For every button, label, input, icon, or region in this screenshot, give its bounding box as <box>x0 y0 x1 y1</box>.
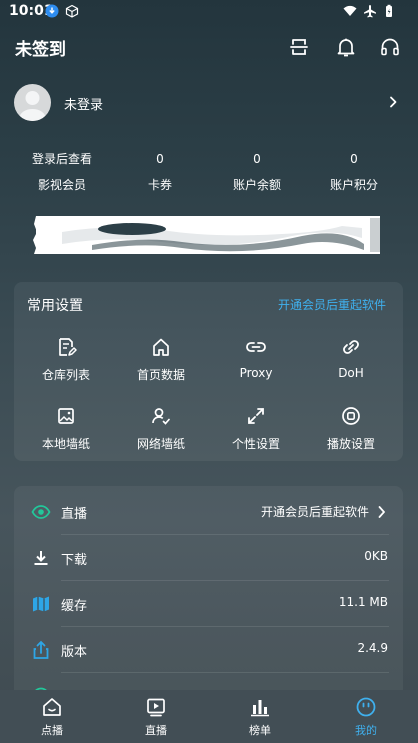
share-icon <box>33 640 49 659</box>
avatar[interactable] <box>14 84 51 121</box>
row-value: 开通会员后重起软件 <box>260 505 369 519</box>
scan-icon <box>290 39 308 55</box>
stat-label: 卡券 <box>147 178 172 192</box>
notifications-button[interactable] <box>332 33 360 61</box>
tab-label: 我的 <box>355 724 377 737</box>
row-label: 缓存 <box>61 599 88 614</box>
stat-value: 登录后查看 <box>31 152 92 166</box>
grid-item-playback-settings[interactable]: 播放设置 <box>301 405 401 452</box>
tab-label: 榜单 <box>249 724 271 737</box>
grid-item-network-wallpaper[interactable]: 网络墙纸 <box>111 405 211 452</box>
page-title[interactable]: 未签到 <box>15 35 66 60</box>
grid-label: 仓库列表 <box>41 368 90 382</box>
grid-label: Proxy <box>239 366 273 380</box>
stat-points[interactable]: 0 账户积分 <box>304 150 404 193</box>
grid-label: 网络墙纸 <box>136 437 185 451</box>
profile-chevron-icon[interactable] <box>386 94 400 110</box>
stat-label: 账户余额 <box>232 178 281 192</box>
stat-label: 影视会员 <box>37 178 86 192</box>
tab-ranking[interactable]: 榜单 <box>225 696 295 738</box>
stat-balance[interactable]: 0 账户余额 <box>207 150 307 193</box>
stat-value: 0 <box>156 152 164 166</box>
support-button[interactable] <box>376 33 404 61</box>
me-tab-icon <box>356 697 376 717</box>
tab-me[interactable]: 我的 <box>331 696 401 738</box>
battery-icon <box>382 4 396 18</box>
login-link[interactable]: 未登录 <box>64 94 103 113</box>
expand-icon <box>248 408 264 424</box>
row-value: 2.4.9 <box>357 641 388 655</box>
link-icon <box>246 342 266 352</box>
stat-label: 账户积分 <box>329 178 378 192</box>
stat-coupons[interactable]: 0 卡券 <box>110 150 210 193</box>
tab-vod[interactable]: 点播 <box>17 696 87 738</box>
home-tab-icon <box>43 698 61 716</box>
user-check-icon <box>152 408 170 425</box>
row-label: 下载 <box>61 553 88 568</box>
row-label: 直播 <box>61 507 88 522</box>
card-title: 常用设置 <box>27 298 83 314</box>
promo-banner[interactable] <box>32 214 384 256</box>
stop-circle-icon <box>342 407 360 425</box>
tab-live[interactable]: 直播 <box>121 696 191 738</box>
chevron-right-icon <box>378 506 385 518</box>
list-item-version[interactable]: 版本 2.4.9 <box>14 627 403 673</box>
grid-item-home-data[interactable]: 首页数据 <box>111 336 211 383</box>
headset-icon <box>381 38 399 56</box>
eye-icon <box>31 505 51 519</box>
home-icon <box>153 338 169 356</box>
row-label: 版本 <box>61 645 88 660</box>
download-icon <box>34 551 48 565</box>
stat-value: 0 <box>253 152 261 166</box>
bell-icon <box>337 38 355 57</box>
chain-icon <box>343 340 359 354</box>
grid-item-local-wallpaper[interactable]: 本地墙纸 <box>16 405 116 452</box>
grid-label: 个性设置 <box>231 437 280 451</box>
grid-label: 首页数据 <box>136 368 185 382</box>
airplane-icon <box>363 4 377 18</box>
grid-item-personalize[interactable]: 个性设置 <box>206 405 306 452</box>
row-value: 11.1 MB <box>338 595 388 609</box>
grid-item-doh[interactable]: DoH <box>301 336 401 380</box>
default-avatar-icon <box>19 91 46 121</box>
wifi-icon <box>343 4 357 18</box>
list-item-live[interactable]: 直播 开通会员后重起软件 <box>14 489 403 535</box>
list-item-download[interactable]: 下载 0KB <box>14 535 403 581</box>
bottom-nav: 点播 直播 榜单 我的 <box>0 690 418 743</box>
row-value: 0KB <box>364 549 388 563</box>
grid-item-proxy[interactable]: Proxy <box>206 336 306 380</box>
list-item-cache[interactable]: 缓存 11.1 MB <box>14 581 403 627</box>
grid-item-repo-list[interactable]: 仓库列表 <box>16 336 116 383</box>
grid-label: 播放设置 <box>326 437 375 451</box>
box-status-icon <box>65 4 79 18</box>
status-bar: 10:01 <box>0 0 418 24</box>
play-tab-icon <box>147 698 165 717</box>
image-icon <box>58 408 74 424</box>
tab-label: 直播 <box>145 724 167 737</box>
chart-tab-icon <box>251 700 269 717</box>
grid-label: DoH <box>338 366 364 380</box>
download-status-icon <box>45 4 59 18</box>
edit-doc-icon <box>59 338 77 356</box>
tab-label: 点播 <box>41 724 63 737</box>
map-icon <box>33 596 49 612</box>
grid-label: 本地墙纸 <box>41 437 90 451</box>
restart-after-vip-link[interactable]: 开通会员后重起软件 <box>278 296 386 313</box>
stat-vip[interactable]: 登录后查看 影视会员 <box>12 150 112 193</box>
stat-value: 0 <box>350 152 358 166</box>
scan-button[interactable] <box>285 33 313 61</box>
